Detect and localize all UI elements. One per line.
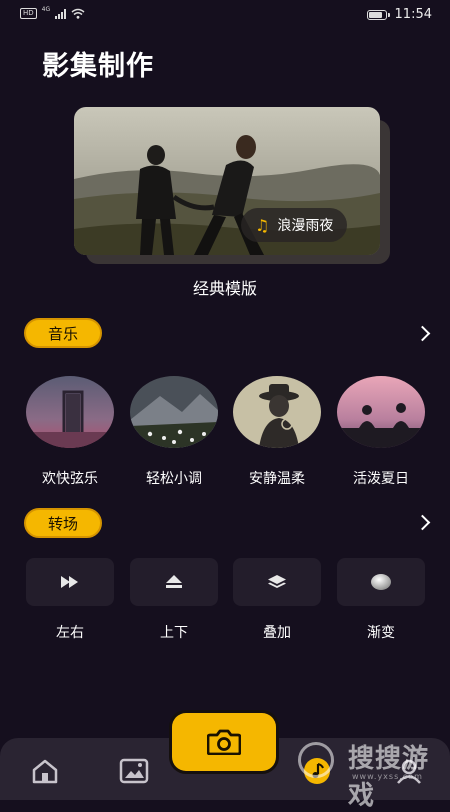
hd-badge: HD xyxy=(20,8,37,19)
status-bar: HD 4G 11:54 xyxy=(0,0,450,32)
fast-forward-icon xyxy=(61,576,78,588)
transition-tile xyxy=(233,558,321,606)
transition-item[interactable]: 渐变 xyxy=(337,558,425,642)
music-item-label: 安静温柔 xyxy=(249,471,305,487)
transition-more-chevron-icon[interactable] xyxy=(414,514,431,531)
music-item[interactable]: 活泼夏日 xyxy=(337,376,425,488)
music-more-chevron-icon[interactable] xyxy=(414,325,431,342)
song-label: 浪漫雨夜 xyxy=(277,218,334,234)
transition-item[interactable]: 左右 xyxy=(26,558,114,642)
layers-icon xyxy=(268,575,286,588)
music-note-icon: ♫ xyxy=(255,215,270,235)
template-caption: 经典模版 xyxy=(192,279,257,298)
music-item-label: 轻松小调 xyxy=(146,471,202,487)
music-item[interactable]: 轻松小调 xyxy=(130,376,218,488)
status-left: HD 4G xyxy=(20,6,85,19)
eject-up-icon xyxy=(166,575,182,588)
music-thumb xyxy=(337,376,425,448)
music-thumb xyxy=(233,376,321,448)
image-icon xyxy=(119,758,149,784)
transition-section-pill: 转场 xyxy=(24,508,102,538)
status-right: 11:54 xyxy=(366,7,432,22)
battery-icon xyxy=(366,9,390,20)
camera-button[interactable] xyxy=(172,713,276,771)
music-item[interactable]: 欢快弦乐 xyxy=(26,376,114,488)
transition-tile xyxy=(130,558,218,606)
wifi-icon xyxy=(71,8,85,19)
nav-home[interactable] xyxy=(30,756,60,786)
clock: 11:54 xyxy=(394,7,432,22)
network-type: 4G xyxy=(41,6,51,13)
transition-tile xyxy=(26,558,114,606)
watermark: 搜搜游戏 www.yxss.com xyxy=(296,738,446,811)
transition-label: 左右 xyxy=(56,625,84,641)
transition-label: 上下 xyxy=(160,625,188,641)
transition-label: 渐变 xyxy=(367,625,395,641)
watermark-logo xyxy=(298,742,334,778)
music-thumb xyxy=(26,376,114,448)
camera-icon xyxy=(207,729,241,755)
music-item-label: 欢快弦乐 xyxy=(42,471,98,487)
music-section-pill: 音乐 xyxy=(24,318,102,348)
transition-label: 叠加 xyxy=(263,625,291,641)
music-item-label: 活泼夏日 xyxy=(353,471,409,487)
music-item[interactable]: 安静温柔 xyxy=(233,376,321,488)
battery-fill xyxy=(368,11,382,18)
page-title: 影集制作 xyxy=(42,51,154,82)
watermark-url: www.yxss.com xyxy=(352,772,423,781)
gradient-sphere-icon xyxy=(371,574,391,590)
home-icon xyxy=(32,759,58,784)
nav-gallery[interactable] xyxy=(119,756,149,786)
signal-icon xyxy=(55,8,67,19)
music-thumb xyxy=(130,376,218,448)
song-chip[interactable]: ♫ 浪漫雨夜 xyxy=(241,208,348,242)
transition-item[interactable]: 叠加 xyxy=(233,558,321,642)
transition-tile xyxy=(337,558,425,606)
transition-item[interactable]: 上下 xyxy=(130,558,218,642)
